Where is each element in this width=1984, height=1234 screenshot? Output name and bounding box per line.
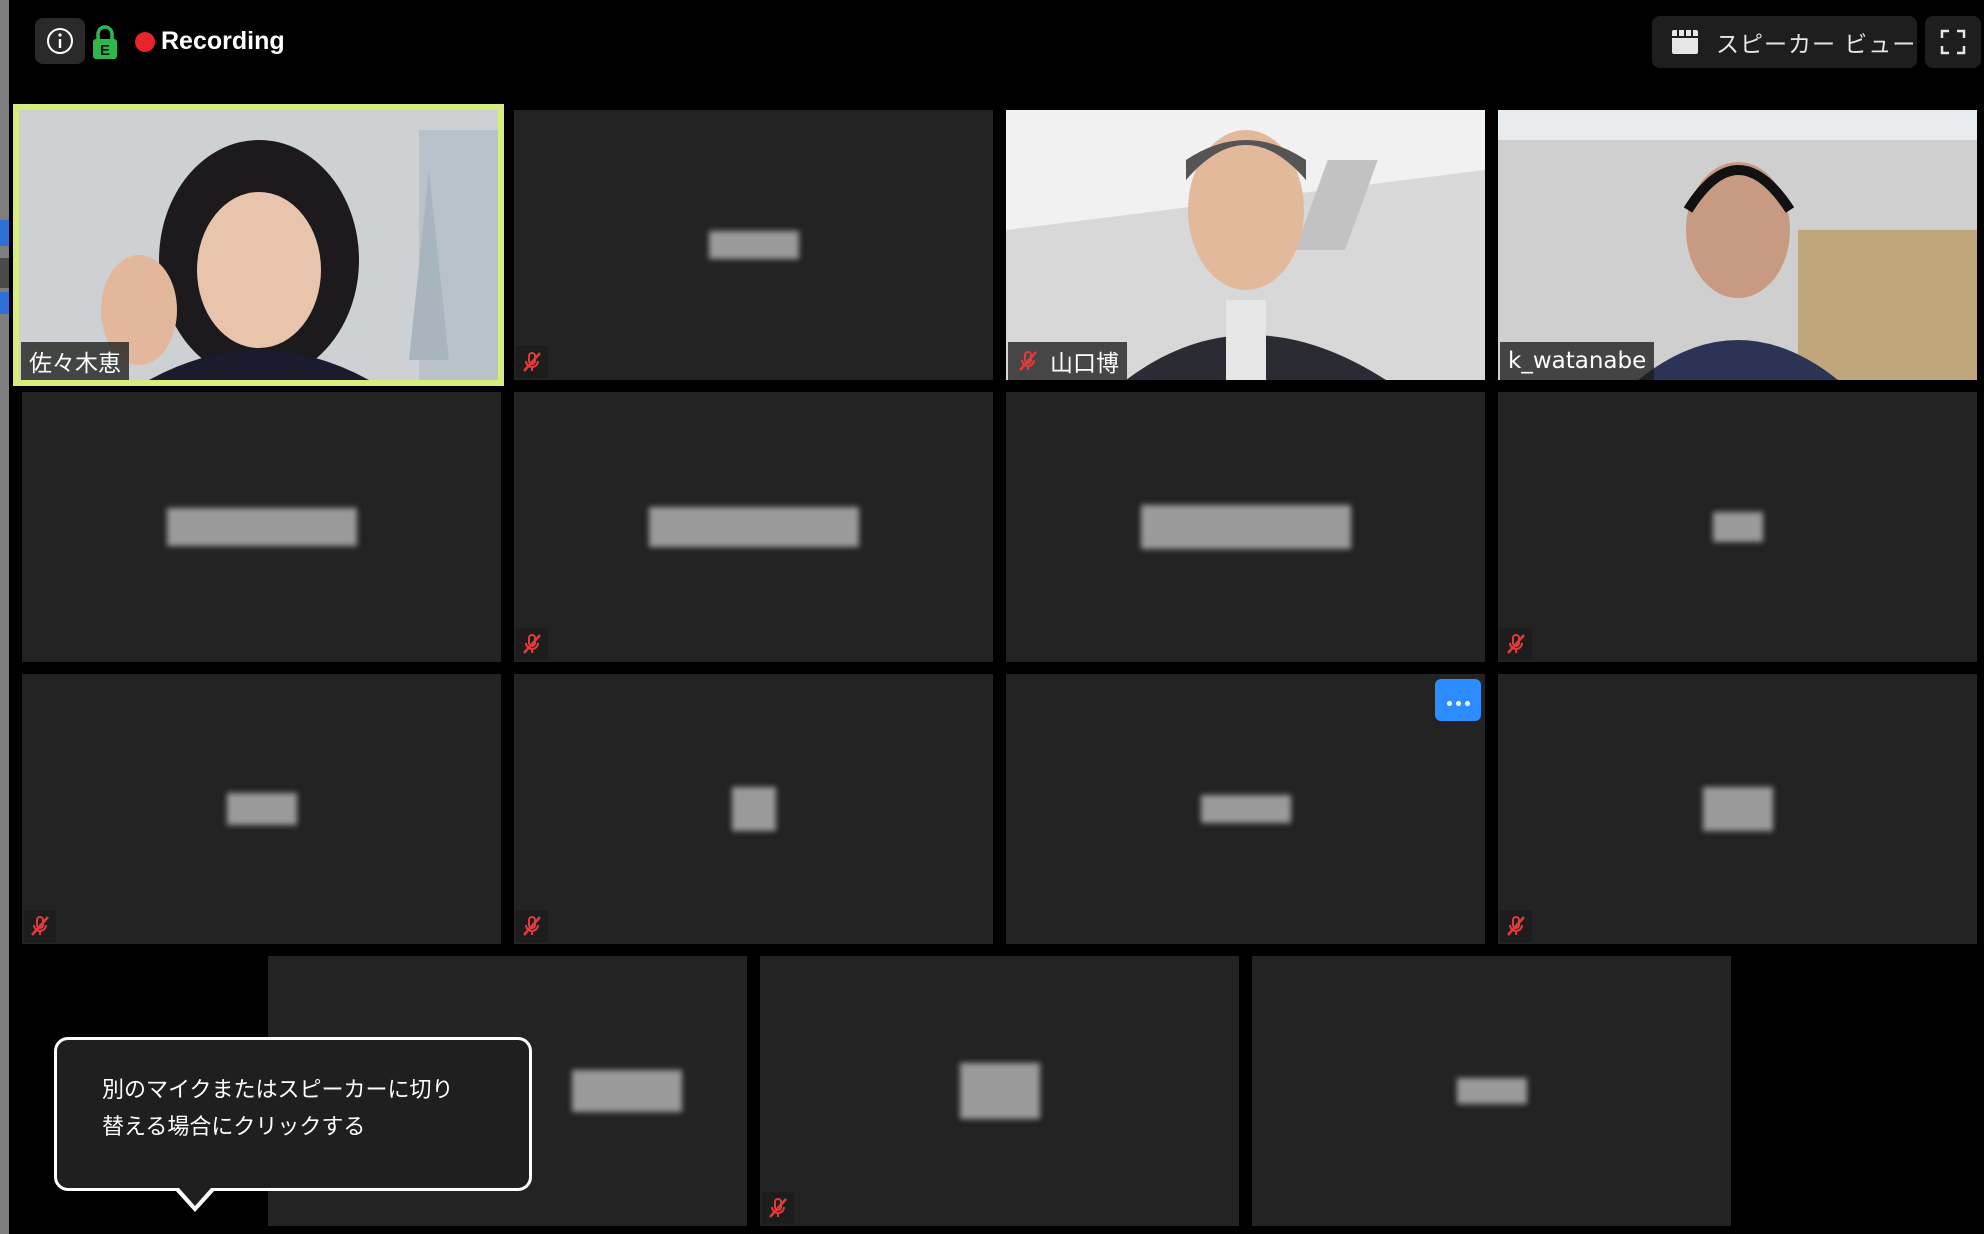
participant-tile[interactable]	[22, 392, 501, 662]
participant-tile[interactable]	[514, 392, 993, 662]
tooltip-text-line2: 替える場合にクリックする	[102, 1115, 366, 1140]
speaker-view-button[interactable]: スピーカー ビュー	[1652, 16, 1917, 68]
meeting-info-button[interactable]	[35, 18, 85, 64]
participant-tile[interactable]	[1006, 674, 1485, 944]
mic-muted-icon	[762, 1192, 794, 1224]
blurred-name	[1712, 512, 1763, 542]
participant-tile[interactable]	[1006, 392, 1485, 662]
blurred-name	[1702, 787, 1773, 831]
blurred-name	[572, 1070, 683, 1112]
blurred-name	[731, 787, 776, 831]
participant-tile[interactable]	[1498, 392, 1977, 662]
fullscreen-icon	[1940, 29, 1966, 55]
participant-tile[interactable]	[22, 674, 501, 944]
participant-name: 佐々木恵	[29, 351, 121, 377]
participant-tile[interactable]: 山口博	[1006, 110, 1485, 380]
participant-tile[interactable]	[514, 110, 993, 380]
mic-muted-icon	[516, 910, 548, 942]
mic-muted-icon	[1019, 351, 1037, 371]
blurred-name	[226, 793, 297, 825]
fullscreen-button[interactable]	[1925, 16, 1981, 68]
participant-name: k_watanabe	[1508, 348, 1647, 374]
background-window-block	[0, 258, 9, 288]
blurred-name	[166, 508, 357, 546]
blurred-name	[648, 507, 859, 547]
participant-name-tag: k_watanabe	[1500, 342, 1655, 380]
blurred-name	[708, 231, 799, 259]
speaker-view-label: スピーカー ビュー	[1716, 32, 1917, 58]
recording-indicator-dot	[135, 32, 155, 52]
background-window-highlight	[0, 220, 9, 246]
participant-tile[interactable]	[1498, 674, 1977, 944]
participant-video	[1006, 110, 1485, 380]
mic-muted-icon	[1500, 628, 1532, 660]
blurred-name	[1456, 1078, 1527, 1104]
mic-muted-icon	[516, 628, 548, 660]
info-circle-icon	[47, 28, 73, 54]
tooltip-text-line1: 別のマイクまたはスピーカーに切り	[102, 1078, 454, 1103]
encryption-lock-icon[interactable]: E	[91, 24, 119, 60]
participant-name-tag: 山口博	[1008, 342, 1127, 380]
grid-view-icon	[1672, 30, 1698, 54]
lock-letter: E	[100, 42, 110, 59]
mic-muted-icon	[1500, 910, 1532, 942]
participant-video	[19, 110, 498, 380]
blurred-name	[1200, 795, 1291, 823]
tooltip-arrow-inner	[179, 1188, 211, 1206]
background-window-highlight	[0, 292, 9, 314]
more-options-button[interactable]	[1435, 679, 1481, 721]
mic-muted-icon	[516, 346, 548, 378]
recording-label: Recording	[161, 27, 285, 55]
background-window-edge	[0, 0, 9, 1234]
participant-video	[1498, 110, 1977, 380]
blurred-name	[959, 1063, 1040, 1119]
participant-name: 山口博	[1050, 351, 1119, 377]
tooltip-text: 別のマイクまたはスピーカーに切り 替える場合にクリックする	[102, 1072, 502, 1146]
participant-tile[interactable]	[1252, 956, 1731, 1226]
participant-name-tag: 佐々木恵	[21, 342, 129, 380]
audio-switch-tooltip: 別のマイクまたはスピーカーに切り 替える場合にクリックする	[54, 1037, 532, 1212]
blurred-name	[1140, 505, 1351, 549]
meeting-top-bar: E Recording スピーカー ビュー	[9, 0, 1984, 100]
participant-tile[interactable]	[514, 674, 993, 944]
more-options-icon	[1445, 691, 1472, 710]
participant-tile[interactable]: k_watanabe	[1498, 110, 1977, 380]
participant-tile-active-speaker[interactable]: 佐々木恵	[13, 104, 504, 386]
mic-muted-icon	[24, 910, 56, 942]
participant-tile[interactable]	[760, 956, 1239, 1226]
